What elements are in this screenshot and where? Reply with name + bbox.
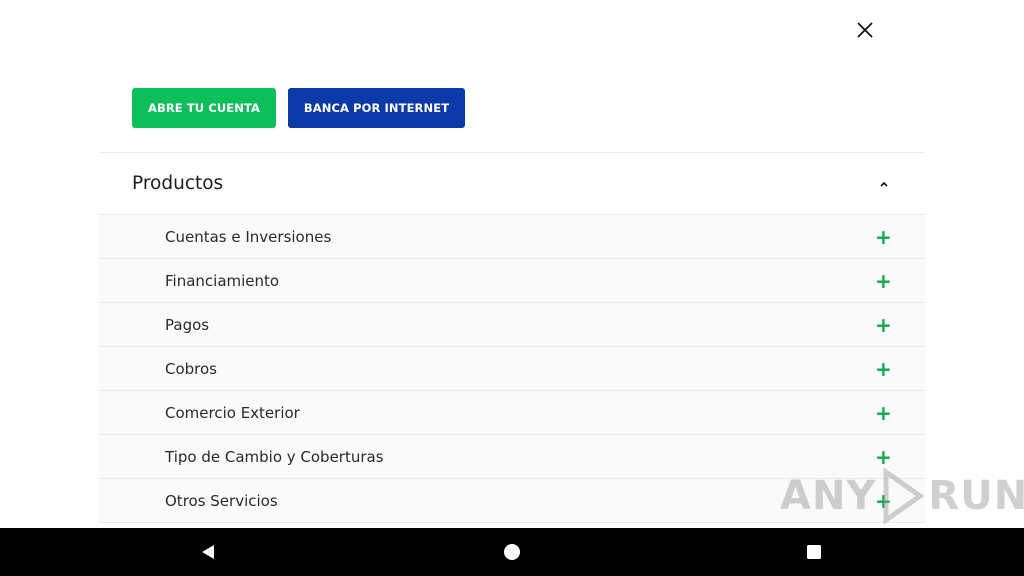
open-account-button[interactable]: ABRE TU CUENTA xyxy=(132,88,276,128)
menu-item-pagos[interactable]: Pagos + xyxy=(99,303,925,347)
menu-item-otros-servicios[interactable]: Otros Servicios + xyxy=(99,479,925,523)
menu-item-cobros[interactable]: Cobros + xyxy=(99,347,925,391)
plus-icon: + xyxy=(875,312,892,337)
plus-icon: + xyxy=(875,400,892,425)
android-nav-bar xyxy=(0,528,1024,576)
menu-item-label: Comercio Exterior xyxy=(165,403,300,422)
plus-icon: + xyxy=(875,356,892,381)
menu-item-label: Cobros xyxy=(165,359,218,378)
home-icon xyxy=(504,544,520,560)
menu-item-label: Otros Servicios xyxy=(165,491,278,510)
products-section-header[interactable]: Productos xyxy=(99,152,925,215)
menu-item-financiamiento[interactable]: Financiamiento + xyxy=(99,259,925,303)
menu-item-label: Financiamiento xyxy=(165,271,280,290)
plus-icon: + xyxy=(875,488,892,513)
products-menu: Productos Cuentas e Inversiones + Financ… xyxy=(99,152,925,523)
menu-item-tipo-de-cambio[interactable]: Tipo de Cambio y Coberturas + xyxy=(99,435,925,479)
menu-item-label: Pagos xyxy=(165,315,210,334)
plus-icon: + xyxy=(875,268,892,293)
online-banking-button[interactable]: BANCA POR INTERNET xyxy=(288,88,465,128)
plus-icon: + xyxy=(875,224,892,249)
cta-row: ABRE TU CUENTA BANCA POR INTERNET xyxy=(132,88,465,128)
section-title: Productos xyxy=(132,173,224,194)
watermark-text-right: RUN xyxy=(928,473,1024,519)
menu-item-label: Tipo de Cambio y Coberturas xyxy=(165,447,384,466)
close-button[interactable] xyxy=(854,19,876,41)
recents-icon xyxy=(807,545,821,559)
home-button[interactable] xyxy=(500,540,524,564)
close-icon xyxy=(857,22,873,38)
back-button[interactable] xyxy=(196,540,220,564)
recents-button[interactable] xyxy=(802,540,826,564)
menu-item-comercio-exterior[interactable]: Comercio Exterior + xyxy=(99,391,925,435)
plus-icon: + xyxy=(875,444,892,469)
menu-item-cuentas[interactable]: Cuentas e Inversiones + xyxy=(99,215,925,259)
back-icon xyxy=(202,545,214,559)
chevron-up-icon xyxy=(880,181,888,187)
menu-item-label: Cuentas e Inversiones xyxy=(165,227,332,246)
